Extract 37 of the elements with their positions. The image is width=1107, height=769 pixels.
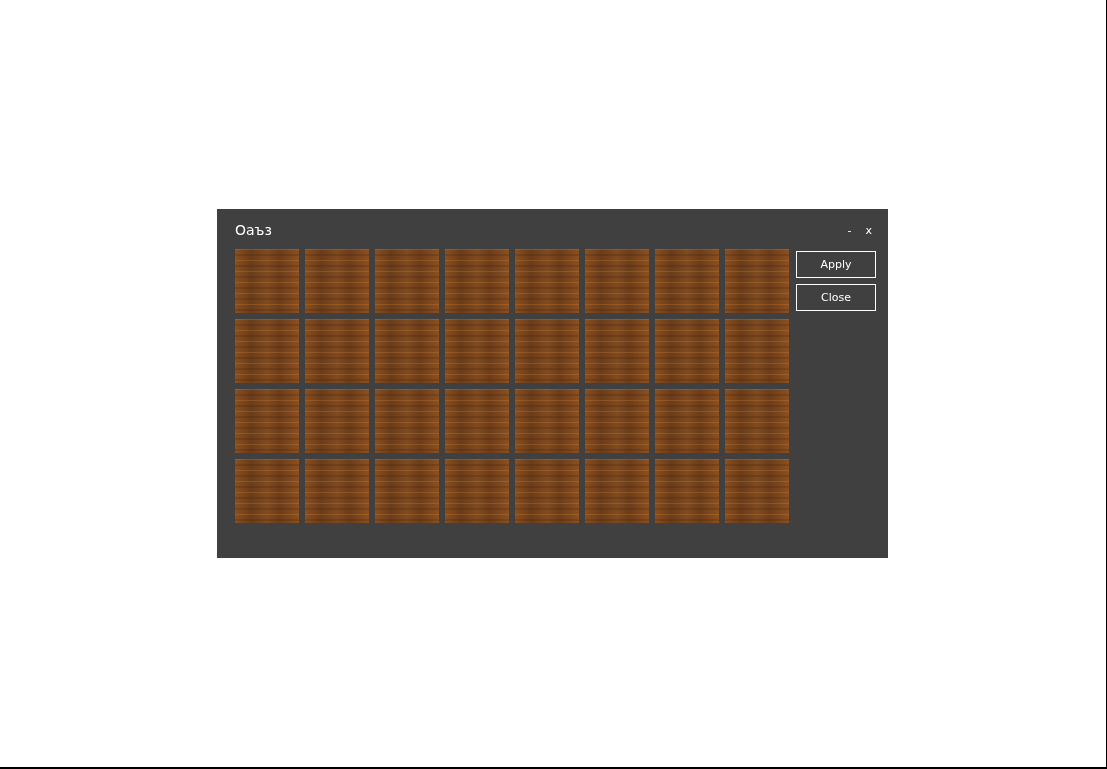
wood-texture-swatch[interactable] [445,319,509,383]
wood-texture-swatch[interactable] [515,389,579,453]
wood-texture-swatch[interactable] [725,249,789,313]
wood-texture-swatch[interactable] [235,459,299,523]
wood-texture-swatch[interactable] [585,459,649,523]
titlebar-x-button[interactable]: x [861,223,876,237]
wood-texture-swatch[interactable] [725,459,789,523]
wood-texture-swatch[interactable] [585,249,649,313]
wood-texture-swatch[interactable] [235,249,299,313]
wood-texture-swatch[interactable] [305,389,369,453]
wood-texture-swatch[interactable] [445,249,509,313]
wood-texture-swatch[interactable] [235,389,299,453]
minimize-button[interactable]: - [843,223,856,237]
wood-texture-swatch[interactable] [375,249,439,313]
wood-texture-swatch[interactable] [375,389,439,453]
wood-texture-swatch[interactable] [655,389,719,453]
wood-texture-swatch[interactable] [235,319,299,383]
wood-texture-swatch[interactable] [585,389,649,453]
wood-texture-swatch[interactable] [375,319,439,383]
wood-texture-swatch[interactable] [515,459,579,523]
dialog-button[interactable]: Close [796,284,876,311]
wood-texture-swatch[interactable] [305,319,369,383]
wood-texture-swatch[interactable] [515,249,579,313]
wood-texture-swatch[interactable] [655,459,719,523]
wood-texture-swatch[interactable] [725,319,789,383]
wood-texture-swatch[interactable] [725,389,789,453]
wood-texture-swatch[interactable] [305,249,369,313]
wood-texture-swatch[interactable] [305,459,369,523]
wood-texture-swatch[interactable] [655,249,719,313]
wood-texture-swatch[interactable] [445,389,509,453]
dialog-button[interactable]: Apply [796,251,876,278]
wood-texture-swatch[interactable] [445,459,509,523]
wood-texture-swatch[interactable] [515,319,579,383]
wood-texture-swatch[interactable] [655,319,719,383]
wood-texture-swatch[interactable] [375,459,439,523]
wood-texture-swatch[interactable] [585,319,649,383]
window-title: Оаъз [235,222,272,238]
